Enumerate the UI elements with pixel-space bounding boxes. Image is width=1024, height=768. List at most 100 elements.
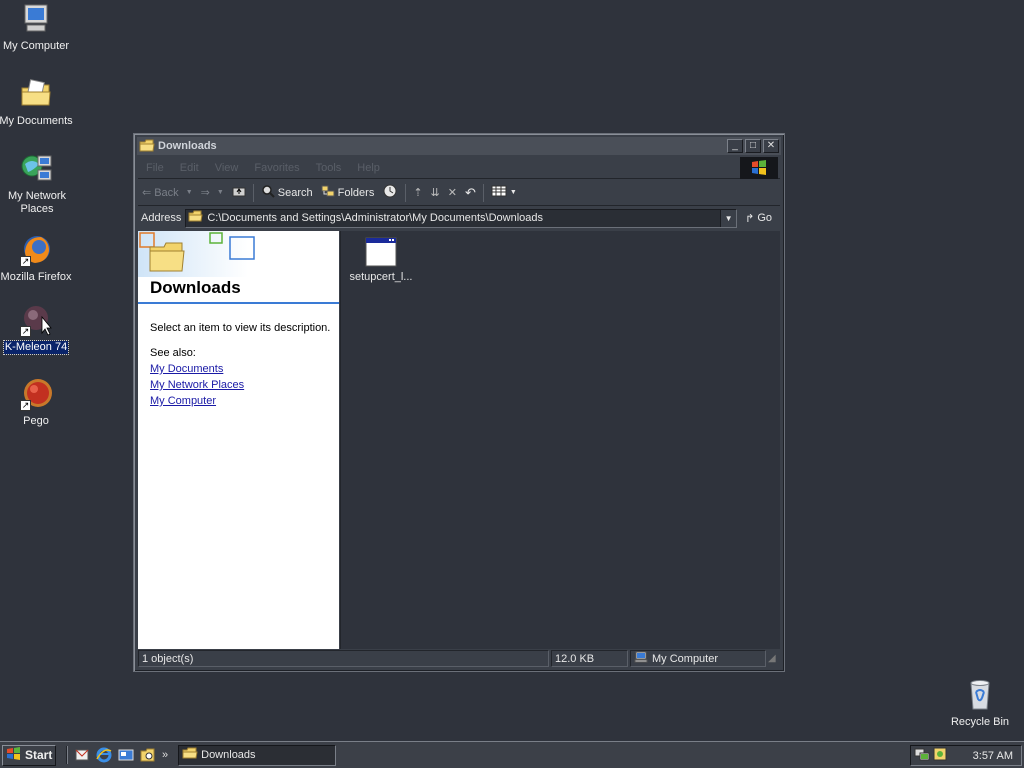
- copy-to-button[interactable]: ⇊: [427, 182, 444, 204]
- history-button[interactable]: [378, 182, 402, 204]
- desktop-icon-my-documents[interactable]: My Documents: [0, 77, 74, 128]
- shortcut-arrow-icon: ↗: [20, 400, 31, 411]
- menu-help[interactable]: Help: [349, 162, 388, 174]
- minimize-button[interactable]: _: [727, 139, 743, 153]
- toolbar-separator: [405, 183, 407, 202]
- delete-x-icon: ✕: [447, 187, 457, 199]
- folders-button[interactable]: Folders: [317, 182, 379, 204]
- web-view-pane: Downloads Select an item to view its des…: [138, 231, 339, 649]
- move-to-button[interactable]: ⇡: [409, 182, 426, 204]
- network-icon: [20, 152, 54, 186]
- windows-logo-icon: [740, 157, 778, 179]
- taskbar: Start » Downloads 3:57 AM: [0, 741, 1024, 768]
- file-name: setupcert_l...: [349, 271, 413, 283]
- windows-logo-icon: [6, 746, 22, 764]
- status-objects: 1 object(s): [138, 650, 549, 667]
- link-my-computer[interactable]: My Computer: [150, 395, 244, 407]
- application-file-icon: [365, 237, 397, 267]
- taskbar-button-downloads[interactable]: Downloads: [178, 744, 337, 766]
- network-tray-icon[interactable]: [914, 747, 930, 764]
- pane-title: Downloads: [150, 278, 241, 297]
- standard-toolbar: ⇐ Back ▼ ⇒ ▼ Search Folders ⇡ ⇊ ✕ ↶ ▼: [138, 180, 780, 206]
- address-field[interactable]: C:\Documents and Settings\Administrator\…: [185, 208, 738, 228]
- internet-explorer-icon[interactable]: [96, 747, 112, 763]
- desktop-icon-label: Pego: [23, 415, 49, 427]
- address-bar: Address C:\Documents and Settings\Admini…: [138, 207, 780, 229]
- search-icon: [261, 184, 275, 201]
- desktop-icon-label: Mozilla Firefox: [0, 271, 72, 283]
- menu-edit[interactable]: Edit: [172, 162, 207, 174]
- desktop-icon[interactable]: [118, 747, 134, 763]
- search-button[interactable]: Search: [257, 182, 317, 204]
- toolbar-separator: [252, 183, 254, 202]
- volume-tray-icon[interactable]: [933, 747, 947, 764]
- menu-favorites[interactable]: Favorites: [246, 162, 307, 174]
- undo-button[interactable]: ↶: [461, 182, 480, 204]
- folder-banner: Downloads: [138, 231, 339, 304]
- go-button[interactable]: ↱ Go: [737, 212, 780, 225]
- start-label: Start: [25, 748, 53, 762]
- desktop-icon-pego[interactable]: ↗ Pego: [0, 377, 74, 428]
- status-bar: 1 object(s) 12.0 KB My Computer ◢: [138, 649, 780, 668]
- title-bar[interactable]: Downloads _ □ ✕: [137, 137, 781, 155]
- recycle-bin-icon: [963, 678, 997, 712]
- link-my-network-places[interactable]: My Network Places: [150, 379, 244, 391]
- status-objects-text: 1 object(s): [142, 652, 194, 665]
- see-also-section: See also: My Documents My Network Places…: [150, 347, 244, 407]
- menu-view[interactable]: View: [207, 162, 247, 174]
- address-dropdown-button[interactable]: ▼: [720, 209, 737, 227]
- pane-description: Select an item to view its description.: [150, 322, 331, 334]
- documents-folder-icon: [19, 77, 53, 111]
- quick-launch: »: [66, 746, 168, 764]
- file-list-pane[interactable]: setupcert_l...: [340, 231, 780, 649]
- maximize-button[interactable]: □: [745, 139, 761, 153]
- folder-icon: [139, 139, 155, 153]
- delete-button[interactable]: ✕: [444, 182, 461, 204]
- desktop-icon-label: My Network Places: [7, 190, 67, 215]
- desktop-icon-my-computer[interactable]: My Computer: [0, 2, 74, 53]
- resize-grip-icon[interactable]: ◢: [768, 653, 780, 664]
- up-folder-icon: [232, 185, 246, 200]
- shortcut-arrow-icon: ↗: [20, 256, 31, 267]
- desktop-icon-label: K-Meleon 74: [2, 340, 70, 355]
- explorer-window[interactable]: Downloads _ □ ✕ File Edit View Favorites…: [133, 133, 785, 672]
- explorer-search-icon[interactable]: [140, 747, 156, 763]
- computer-icon: [634, 651, 648, 666]
- close-button[interactable]: ✕: [763, 139, 779, 153]
- desktop-icon-mozilla-firefox[interactable]: ↗ Mozilla Firefox: [0, 233, 74, 284]
- desktop-icon-recycle-bin[interactable]: Recycle Bin: [942, 678, 1018, 729]
- file-item[interactable]: setupcert_l...: [345, 237, 417, 283]
- link-my-documents[interactable]: My Documents: [150, 363, 244, 375]
- back-label: Back: [154, 186, 179, 199]
- address-path: C:\Documents and Settings\Administrator\…: [207, 212, 543, 224]
- clock[interactable]: 3:57 AM: [973, 750, 1013, 762]
- menu-file[interactable]: File: [138, 162, 172, 174]
- desktop-icon-label: My Computer: [2, 40, 70, 52]
- status-zone: My Computer: [630, 650, 766, 667]
- chevron-down-icon: ▼: [216, 189, 224, 196]
- outlook-express-icon[interactable]: [74, 747, 90, 763]
- desktop-icon-k-meleon[interactable]: ↗ K-Meleon 74: [0, 303, 74, 355]
- start-button[interactable]: Start: [2, 744, 56, 766]
- menu-tools[interactable]: Tools: [308, 162, 350, 174]
- status-size-text: 12.0 KB: [555, 652, 595, 665]
- desktop-icon-my-network-places[interactable]: My Network Places: [0, 152, 76, 216]
- copy-to-icon: ⇊: [430, 187, 440, 199]
- back-button[interactable]: ⇐ Back ▼: [138, 182, 197, 204]
- status-zone-text: My Computer: [652, 652, 719, 665]
- toolbar-separator: [482, 183, 484, 202]
- status-size: 12.0 KB: [551, 650, 628, 667]
- up-folder-button[interactable]: [228, 182, 250, 204]
- chevron-down-icon: ▼: [724, 213, 733, 223]
- views-grid-icon: [491, 185, 507, 200]
- chevron-down-icon: ▼: [185, 189, 193, 196]
- window-title: Downloads: [158, 140, 217, 152]
- views-button[interactable]: ▼: [487, 182, 521, 204]
- desktop-icon-label: My Documents: [0, 115, 73, 127]
- chevron-right-icon[interactable]: »: [162, 749, 168, 761]
- search-label: Search: [277, 186, 313, 199]
- undo-icon: ↶: [464, 184, 476, 200]
- taskbar-separator: [66, 746, 68, 764]
- forward-button[interactable]: ⇒ ▼: [197, 182, 228, 204]
- computer-icon: [19, 2, 53, 36]
